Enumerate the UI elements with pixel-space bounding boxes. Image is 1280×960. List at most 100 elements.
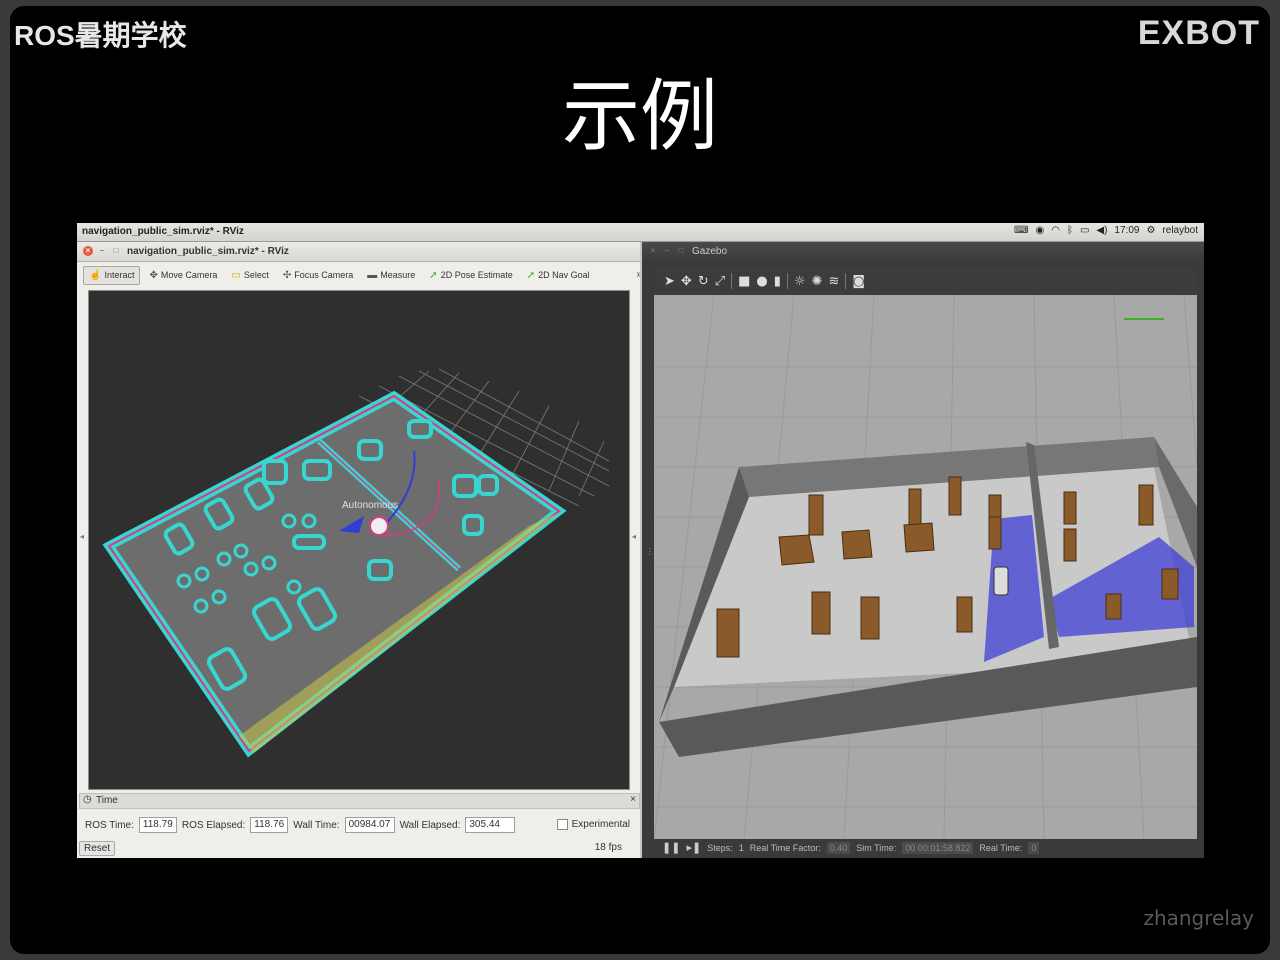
gazebo-window: × – □ Gazebo ⋮ ➤ ✥ ↻ ⤢ ■ ● ▮ ☼ ✺ ≋ ◙ ❚❚ … [642,242,1204,858]
map-floor [102,390,567,758]
system-tray: ⌨ ◉ ◠ ᛒ ▭ ◀) 17:09 ⚙ relaybot [1014,225,1198,236]
measure-icon: ▬ [367,269,378,281]
robot-label: Autonomous [342,500,398,511]
time-panel-title: Time [96,795,118,806]
steps-value[interactable]: 1 [739,843,744,853]
right-dock-handle-icon[interactable]: ◂ [632,532,636,541]
close-icon[interactable]: × [83,246,93,256]
active-window-title: navigation_public_sim.rviz* - RViz [82,226,244,237]
wall-elapsed-label: Wall Elapsed: [399,819,461,831]
slide-title: 示例 [561,72,718,162]
robot-model [369,516,389,536]
bluetooth-icon[interactable]: ᛒ [1067,225,1073,236]
ros-time-label: ROS Time: [85,819,134,831]
wall-elapsed-field[interactable]: 305.44 [465,817,516,833]
translate-icon[interactable]: ✥ [681,274,692,289]
select-arrow-icon[interactable]: ➤ [664,274,675,289]
rtf-value: 0.40 [826,841,851,854]
battery-icon[interactable]: ▭ [1080,225,1089,236]
tool-label: 2D Nav Goal [538,270,590,280]
rviz-title-text: navigation_public_sim.rviz* - RViz [127,246,289,257]
tool-focus-camera[interactable]: ✣ Focus Camera [278,267,358,284]
scale-icon[interactable]: ⤢ [715,274,725,289]
pause-icon[interactable]: ❚❚ [662,841,680,854]
left-dock-handle-icon[interactable]: ◂ [80,532,84,541]
select-icon: ▭ [231,269,241,281]
splitter-handle-icon[interactable]: ⋮ [646,547,654,556]
ros-elapsed-label: ROS Elapsed: [181,819,246,831]
tool-label: Move Camera [160,270,218,280]
point-light-icon[interactable]: ☼ [794,274,806,289]
close-icon[interactable]: × [648,246,658,256]
wall-time-label: Wall Time: [293,819,340,831]
toolbar-separator [786,273,788,289]
pose-arrow-icon: ➚ [429,269,438,281]
maximize-icon[interactable]: □ [676,246,686,256]
time-fields-row: ROS Time: 118.79 ROS Elapsed: 118.76 Wal… [85,817,516,833]
toolbar-separator [731,273,733,289]
rotate-icon[interactable]: ↻ [698,274,709,289]
tool-select[interactable]: ▭ Select [226,267,273,284]
screenshot-camera-icon[interactable]: ◙ [852,274,865,289]
tool-label: Select [243,270,269,280]
clock[interactable]: 17:09 [1114,225,1139,236]
keyboard-icon[interactable]: ⌨ [1014,225,1028,236]
move-camera-icon: ✥ [149,269,158,281]
reset-button[interactable]: Reset [79,841,116,856]
costmap-visualization: Autonomous [102,368,610,758]
time-panel: ◷ Time × ROS Time: 118.79 ROS Elapsed: 1… [77,793,640,858]
focus-camera-icon: ✣ [282,269,292,281]
close-icon[interactable]: × [630,794,636,805]
brand-left: ROS暑期学校 [14,20,187,51]
spot-light-icon[interactable]: ✺ [812,274,823,289]
step-icon[interactable]: ▸❚ [686,841,701,854]
tool-label: Measure [380,270,416,280]
ros-elapsed-field[interactable]: 118.76 [250,817,289,833]
tool-2d-pose-estimate[interactable]: ➚ 2D Pose Estimate [424,267,517,284]
real-time-value: 0 [1028,841,1040,854]
rviz-window: × – □ navigation_public_sim.rviz* - RViz… [77,242,642,858]
tool-measure[interactable]: ▬ Measure [362,267,420,284]
gazebo-scene [654,294,1197,839]
nav-goal-icon: ➚ [526,269,536,281]
rviz-3d-viewport[interactable]: Autonomous [88,290,630,790]
tool-2d-nav-goal[interactable]: ➚ 2D Nav Goal [522,267,595,284]
experimental-label: Experimental [571,819,630,830]
toolbar-separator [845,273,847,289]
wall-time-field[interactable]: 00984.07 [344,817,395,833]
sim-time-label: Sim Time: [856,842,897,853]
gazebo-status-bar: ❚❚ ▸❚ Steps: 1 Real Time Factor: 0.40 Si… [654,839,1204,856]
gazebo-3d-view[interactable]: ➤ ✥ ↻ ⤢ ■ ● ▮ ☼ ✺ ≋ ◙ [654,267,1197,839]
hand-icon: ☝ [89,269,102,281]
desktop-screenshot: navigation_public_sim.rviz* - RViz ⌨ ◉ ◠… [77,223,1204,858]
tool-move-camera[interactable]: ✥ Move Camera [144,267,222,284]
box-shape-icon[interactable]: ■ [738,274,750,289]
cylinder-shape-icon[interactable]: ▮ [774,274,781,289]
directional-light-icon[interactable]: ≋ [828,274,839,289]
minimize-icon[interactable]: – [662,246,672,256]
sphere-shape-icon[interactable]: ● [756,274,767,289]
volume-icon[interactable]: ◀) [1096,225,1107,236]
wifi-icon[interactable]: ◠ [1051,225,1060,236]
real-time-label: Real Time: [979,842,1023,853]
sim-time-value: 00 00:01:58.822 [902,841,974,854]
clock-icon: ◷ [83,794,92,805]
watermark: zhangrelay [1143,906,1254,930]
steps-label: Steps: [707,842,733,853]
experimental-option[interactable]: Experimental [556,819,630,830]
user-name[interactable]: relaybot [1162,225,1198,236]
experimental-checkbox[interactable] [556,819,568,830]
ubuntu-top-panel: navigation_public_sim.rviz* - RViz ⌨ ◉ ◠… [77,223,1204,242]
brand-logo-exbot: EXBOT [1137,14,1260,52]
rviz-toolbar: ☝ Interact ✥ Move Camera ▭ Select ✣ Focus Ca… [77,262,646,288]
maximize-icon[interactable]: □ [111,246,121,256]
gazebo-toolbar: ➤ ✥ ↻ ⤢ ■ ● ▮ ☼ ✺ ≋ ◙ [654,267,1197,295]
tool-label: Focus Camera [294,270,354,280]
tool-interact[interactable]: ☝ Interact [83,265,141,285]
ros-time-field[interactable]: 118.79 [138,817,177,833]
ubuntu-one-icon[interactable]: ◉ [1035,225,1044,236]
tool-label: 2D Pose Estimate [440,270,513,280]
gear-icon[interactable]: ⚙ [1146,225,1155,236]
rviz-titlebar: × – □ navigation_public_sim.rviz* - RViz [77,242,640,262]
minimize-icon[interactable]: – [97,246,107,256]
